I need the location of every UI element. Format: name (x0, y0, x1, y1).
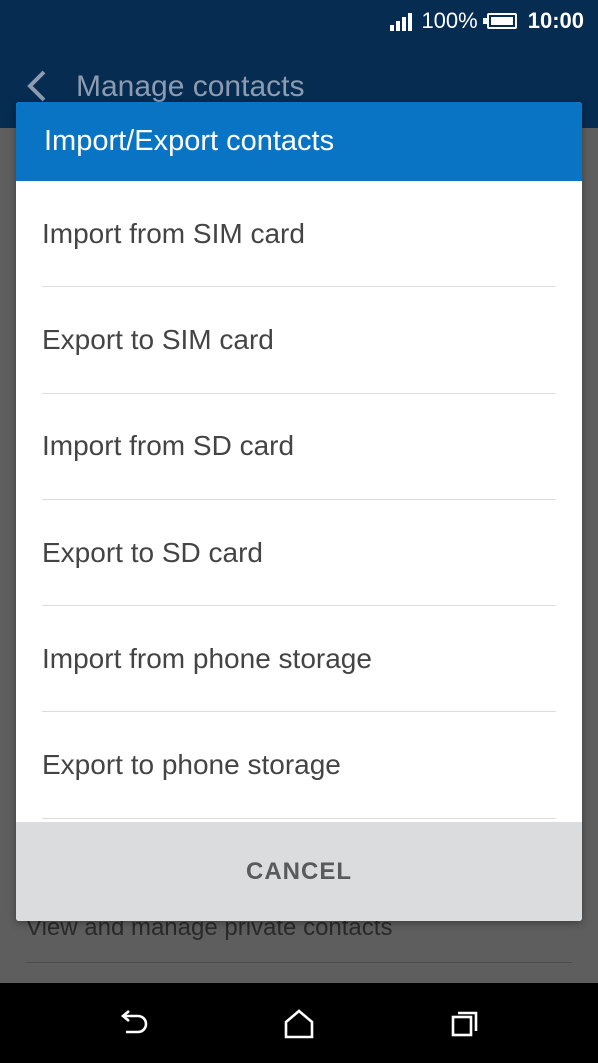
divider (26, 962, 572, 963)
option-label: Import from phone storage (42, 642, 372, 674)
dialog-header: Import/Export contacts (16, 102, 582, 181)
battery-percent: 100% (421, 8, 478, 33)
option-import-sd[interactable]: Import from SD card (42, 394, 556, 500)
status-bar: 100% 10:00 (0, 0, 598, 44)
app-title: Manage contacts (76, 70, 305, 103)
back-icon[interactable] (116, 1007, 150, 1041)
import-export-dialog: Import/Export contacts Import from SIM c… (16, 102, 582, 921)
option-export-sim[interactable]: Export to SIM card (42, 287, 556, 394)
status-icons: 100% 10:00 (390, 8, 584, 34)
option-export-sd[interactable]: Export to SD card (42, 500, 556, 607)
option-label: Import from SD card (42, 430, 295, 462)
option-label: Export to SIM card (42, 323, 274, 355)
option-export-phone-storage[interactable]: Export to phone storage (42, 712, 556, 819)
clock: 10:00 (527, 8, 584, 33)
options-list: Import from SIM card Export to SIM card … (16, 181, 582, 819)
navigation-bar (0, 983, 598, 1063)
battery-icon (482, 13, 517, 29)
option-import-phone-storage[interactable]: Import from phone storage (42, 606, 556, 713)
option-label: Import from SIM card (42, 217, 305, 249)
option-import-sim[interactable]: Import from SIM card (42, 181, 556, 288)
cancel-button[interactable]: CANCEL (246, 858, 352, 886)
home-icon[interactable] (282, 1007, 316, 1041)
option-label: Export to phone storage (42, 749, 341, 781)
signal-bars-icon (390, 11, 413, 31)
option-label: Export to SD card (42, 536, 263, 568)
dialog-title: Import/Export contacts (44, 125, 335, 157)
cancel-bar: CANCEL (16, 822, 582, 921)
back-arrow-icon[interactable] (24, 68, 54, 104)
recents-icon[interactable] (448, 1007, 482, 1041)
